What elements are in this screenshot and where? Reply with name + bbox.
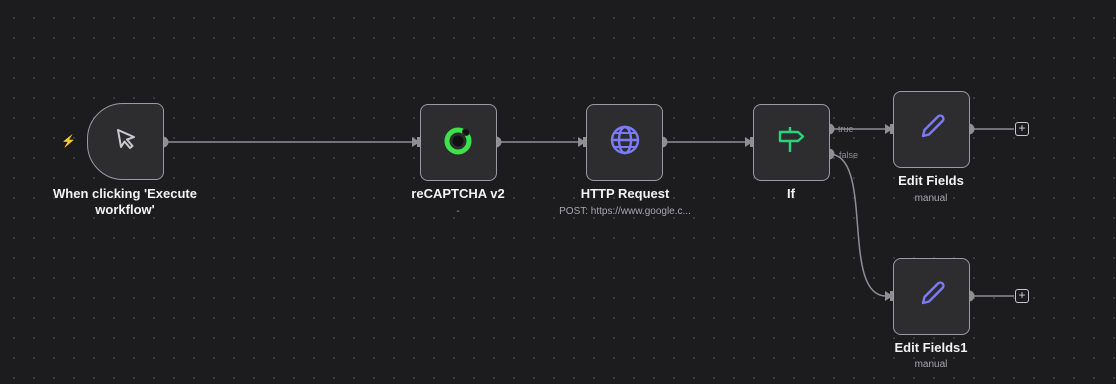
add-node-button[interactable]: + bbox=[1015, 289, 1029, 303]
node-label: HTTP Request bbox=[580, 186, 670, 201]
add-node-button[interactable]: + bbox=[1015, 122, 1029, 136]
node-edit-fields[interactable] bbox=[893, 91, 970, 168]
signpost-icon bbox=[776, 124, 808, 161]
node-label: Edit Fields1 bbox=[894, 340, 968, 355]
node-subtitle: manual bbox=[914, 359, 948, 370]
node-label: reCAPTCHA v2 bbox=[411, 186, 505, 201]
node-edit-fields1[interactable] bbox=[893, 258, 970, 335]
edge-label-false: false bbox=[839, 150, 859, 160]
node-recaptcha[interactable] bbox=[420, 104, 497, 181]
node-subtitle: POST: https://www.google.c... bbox=[559, 206, 691, 217]
node-label: When clicking 'Execute workflow' bbox=[53, 186, 197, 217]
node-label: If bbox=[787, 186, 795, 201]
node-subtitle: manual bbox=[914, 193, 948, 204]
node-manual-trigger[interactable] bbox=[87, 103, 164, 180]
workflow-canvas[interactable]: ⚡ When clicking 'Execute workflow' reCAP… bbox=[0, 0, 1116, 384]
globe-icon bbox=[608, 123, 642, 162]
node-http-request[interactable] bbox=[586, 104, 663, 181]
pencil-icon bbox=[916, 111, 948, 148]
pencil-icon bbox=[916, 278, 948, 315]
cursor-icon bbox=[112, 125, 140, 158]
node-if[interactable] bbox=[753, 104, 830, 181]
trigger-bolt-icon: ⚡ bbox=[61, 134, 76, 148]
edge-label-true: true bbox=[838, 124, 854, 134]
recaptcha-icon bbox=[442, 123, 476, 162]
node-label: Edit Fields bbox=[898, 173, 964, 188]
node-subtitle: - bbox=[456, 206, 460, 217]
